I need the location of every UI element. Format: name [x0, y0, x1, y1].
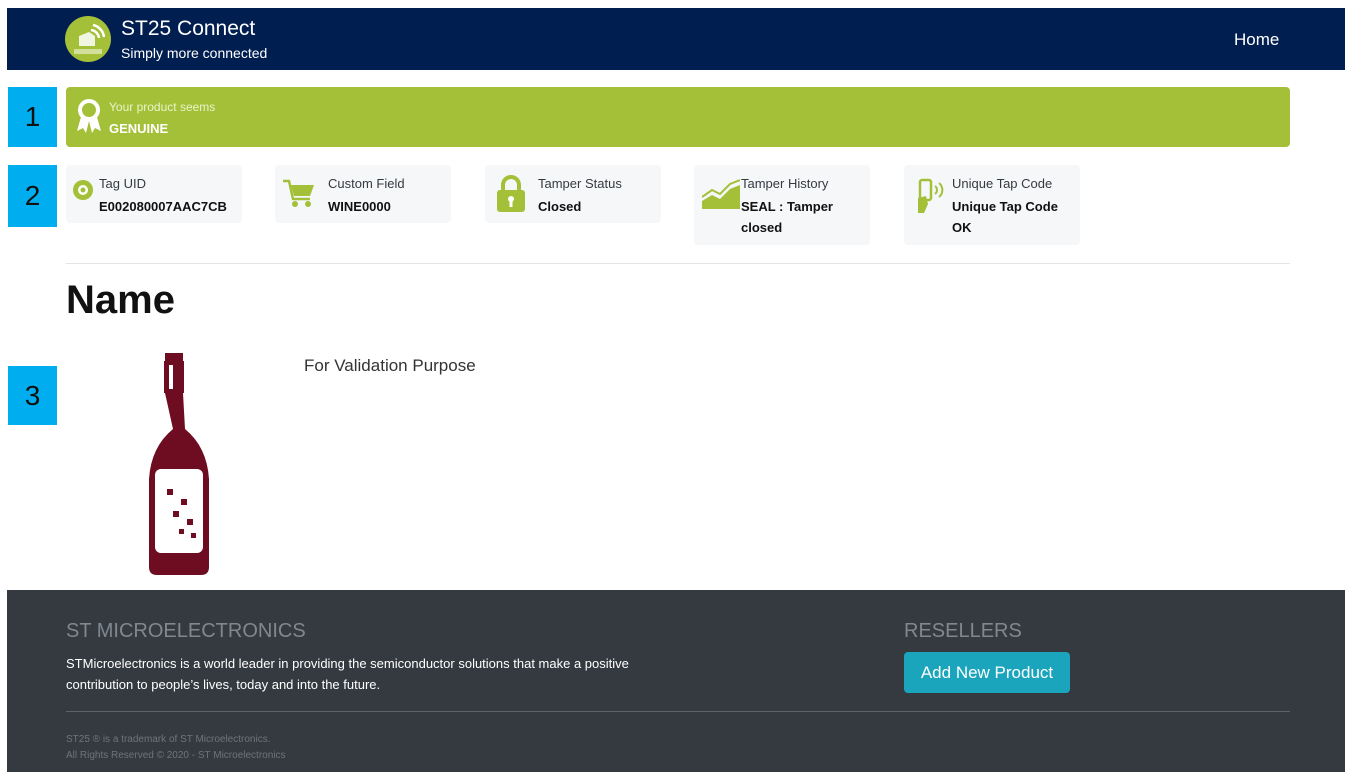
- card-tamper-history: Tamper History SEAL : Tamper closed: [694, 165, 870, 245]
- card-label: Tag UID: [99, 176, 146, 191]
- section-divider: [66, 263, 1290, 264]
- banner-intro-text: Your product seems: [109, 100, 216, 114]
- add-new-product-button[interactable]: Add New Product: [904, 652, 1070, 693]
- card-value: SEAL : Tamper closed: [741, 199, 833, 235]
- marker-1: 1: [8, 87, 57, 147]
- card-tag-uid: Tag UID E002080007AAC7CB: [66, 165, 242, 223]
- footer-company-title: ST MICROELECTRONICS: [66, 620, 306, 642]
- tag-icon: [72, 179, 94, 206]
- cart-icon: [283, 179, 315, 214]
- footer-resellers-title: RESELLERS: [904, 620, 1022, 642]
- footer-legal: ST25 ® is a trademark of ST Microelectro…: [66, 732, 286, 764]
- card-custom-field: Custom Field WINE0000: [275, 165, 451, 223]
- tap-phone-icon: [916, 178, 946, 219]
- card-value: Closed: [538, 199, 582, 214]
- footer-company-text: STMicroelectronics is a world leader in …: [66, 656, 629, 692]
- marker-3: 3: [8, 366, 57, 425]
- card-tamper-status: Tamper Status Closed: [485, 165, 661, 223]
- banner-status: GENUINE: [109, 121, 169, 136]
- card-value: Unique Tap Code OK: [952, 199, 1058, 235]
- nav-home-link[interactable]: Home: [1234, 30, 1279, 50]
- card-value: WINE0000: [328, 199, 391, 214]
- footer-divider: [66, 711, 1290, 712]
- history-chart-icon: [701, 179, 741, 214]
- navbar: ST25 Connect Simply more connected Home: [7, 8, 1345, 70]
- card-unique-tap-code: Unique Tap Code Unique Tap Code OK: [904, 165, 1080, 245]
- card-label: Custom Field: [328, 176, 405, 191]
- footer-rights: All Rights Reserved © 2020 - ST Microele…: [66, 750, 286, 761]
- card-label: Unique Tap Code: [952, 176, 1053, 191]
- product-name-title: Name: [66, 278, 175, 322]
- card-value: E002080007AAC7CB: [99, 199, 227, 214]
- product-description: For Validation Purpose: [304, 356, 476, 375]
- padlock-icon: [496, 175, 526, 218]
- brand-subtitle: Simply more connected: [121, 45, 268, 61]
- st25-logo-icon[interactable]: [65, 16, 111, 62]
- card-label: Tamper History: [741, 176, 829, 191]
- footer-trademark: ST25 ® is a trademark of ST Microelectro…: [66, 734, 271, 745]
- page: ST25 Connect Simply more connected Home …: [7, 8, 1345, 772]
- brand-title: ST25 Connect: [121, 17, 256, 40]
- wine-bottle-icon: [135, 349, 223, 582]
- footer: ST MICROELECTRONICS STMicroelectronics i…: [7, 590, 1345, 772]
- genuine-banner: Your product seems GENUINE: [66, 87, 1290, 147]
- award-ribbon-icon: [75, 99, 103, 140]
- marker-2: 2: [8, 165, 57, 227]
- card-label: Tamper Status: [538, 176, 622, 191]
